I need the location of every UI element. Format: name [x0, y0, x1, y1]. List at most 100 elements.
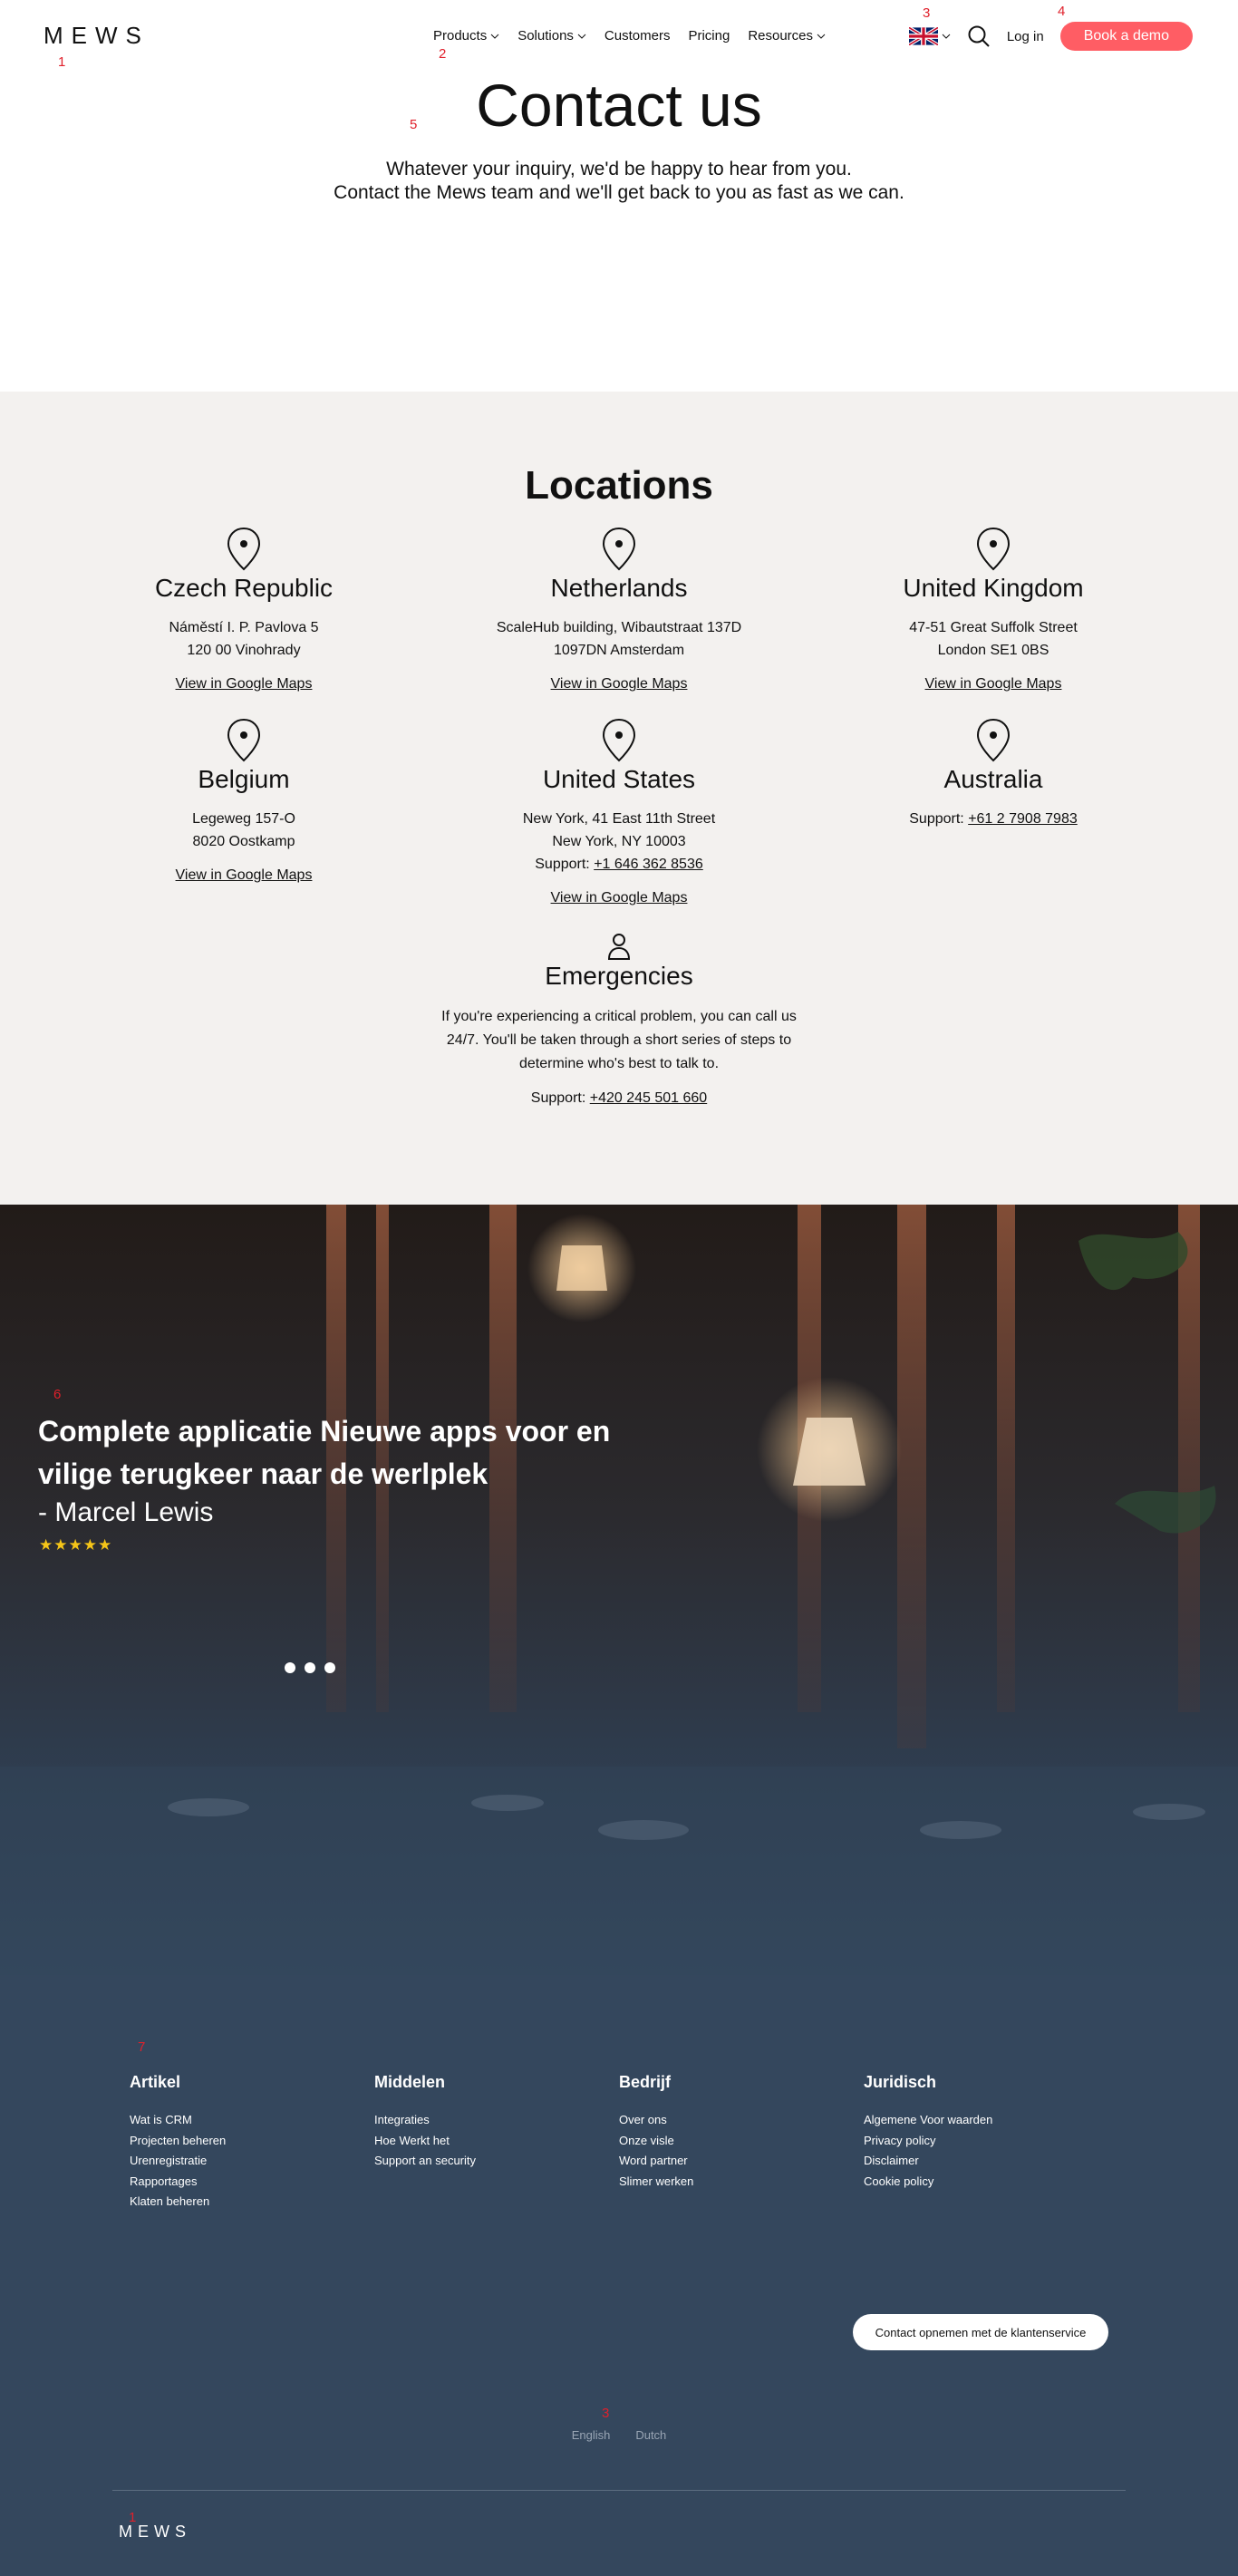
address-line: Legeweg 157-O: [192, 811, 295, 827]
google-maps-link[interactable]: View in Google Maps: [176, 676, 313, 692]
footer-link[interactable]: Projecten beheren: [130, 2131, 347, 2152]
footer-link[interactable]: Rapportages: [130, 2172, 347, 2193]
page-title: Contact us: [476, 72, 762, 139]
svg-text:MEWS: MEWS: [44, 24, 150, 49]
header-actions: Log in Book a demo: [908, 21, 1193, 52]
mews-logo[interactable]: MEWS: [44, 24, 183, 49]
testimonial-author: - Marcel Lewis: [38, 1497, 214, 1527]
address-line: London SE1 0BS: [937, 643, 1049, 658]
nav-solutions[interactable]: Solutions: [517, 28, 586, 44]
locations-section: Locations Czech Republic Náměstí I. P. P…: [0, 392, 1238, 1205]
footer-link[interactable]: Hoe Werkt het: [374, 2131, 592, 2152]
footer-link[interactable]: Cookie policy: [864, 2172, 1081, 2193]
address-line: 8020 Oostkamp: [192, 834, 295, 849]
chevron-down-icon: [577, 34, 586, 39]
location-country: Netherlands: [550, 574, 688, 602]
language-english[interactable]: English: [572, 2428, 611, 2442]
footer-column-heading: Juridisch: [864, 2073, 937, 2091]
site-header: MEWS Products Solutions Customers Pricin…: [0, 0, 1238, 73]
footer-divider: [112, 2490, 1126, 2491]
annotation-marker: 2: [439, 46, 447, 62]
carousel-dot[interactable]: [305, 1662, 315, 1673]
footer-link[interactable]: Support an security: [374, 2151, 592, 2172]
footer-link[interactable]: Klaten beheren: [130, 2192, 347, 2213]
chevron-down-icon: [942, 34, 951, 39]
nav-products[interactable]: Products: [433, 28, 499, 44]
location-address: ScaleHub building, Wibautstraat 137D 109…: [438, 616, 800, 662]
footer-link[interactable]: Disclaimer: [864, 2151, 1081, 2172]
support-phone-link[interactable]: +61 2 7908 7983: [968, 811, 1078, 827]
annotation-marker: 6: [53, 1387, 62, 1402]
nav-products-label: Products: [433, 28, 488, 44]
support-label: Support:: [909, 811, 964, 827]
location-address: Support: +61 2 7908 7983: [812, 808, 1175, 830]
emergency-text: If you're experiencing a critical proble…: [441, 1009, 797, 1071]
contact-support-button[interactable]: Contact opnemen met de klantenservice: [853, 2314, 1108, 2350]
emergency-phone-link[interactable]: +420 245 501 660: [590, 1090, 707, 1106]
language-selector[interactable]: [908, 27, 951, 45]
location-address: 47-51 Great Suffolk Street London SE1 0B…: [812, 616, 1175, 662]
nav-pricing[interactable]: Pricing: [688, 28, 730, 44]
annotation-marker: 4: [1058, 4, 1066, 19]
nav-solutions-label: Solutions: [517, 28, 574, 44]
annotation-marker: 3: [602, 2406, 610, 2421]
footer-link[interactable]: Over ons: [619, 2110, 837, 2131]
address-line: New York, 41 East 11th Street: [522, 811, 716, 827]
emergency-title: Emergencies: [545, 962, 693, 990]
google-maps-link[interactable]: View in Google Maps: [176, 867, 313, 884]
support-phone-link[interactable]: +1 646 362 8536: [594, 857, 703, 872]
annotation-marker: 7: [138, 2039, 146, 2055]
carousel-dot[interactable]: [285, 1662, 295, 1673]
support-line: Support: +1 646 362 8536: [438, 853, 800, 876]
footer-language-switcher: English Dutch: [0, 2428, 1238, 2442]
map-pin-icon: [976, 527, 1011, 571]
location-address: Náměstí I. P. Pavlova 5 120 00 Vinohrady: [63, 616, 425, 662]
footer-link[interactable]: Urenregistratie: [130, 2151, 347, 2172]
footer-link[interactable]: Slimer werken: [619, 2172, 837, 2193]
address-line: Náměstí I. P. Pavlova 5: [169, 620, 319, 635]
hero-subtitle: Whatever your inquiry, we'd be happy to …: [0, 158, 1238, 205]
address-line: 120 00 Vinohrady: [187, 643, 301, 658]
carousel-dot[interactable]: [324, 1662, 335, 1673]
support-label: Support:: [530, 1090, 586, 1106]
footer-column-middelen: Middelen Integraties Hoe Werkt het Suppo…: [374, 2073, 592, 2172]
nav-resources[interactable]: Resources: [748, 28, 826, 44]
person-icon: [607, 934, 631, 960]
location-country: Australia: [943, 765, 1043, 793]
google-maps-link[interactable]: View in Google Maps: [551, 676, 688, 692]
site-footer: Artikel Wat is CRM Projecten beheren Ure…: [0, 1975, 1238, 2576]
nav-pricing-label: Pricing: [688, 28, 730, 44]
footer-link[interactable]: Algemene Voor waarden: [864, 2110, 1081, 2131]
nav-customers-label: Customers: [604, 28, 671, 44]
footer-column-heading: Artikel: [130, 2073, 181, 2091]
hero-subtitle-line-2: Contact the Mews team and we'll get back…: [334, 182, 904, 203]
carousel-dots: [285, 1662, 335, 1673]
testimonial-quote: Complete applicatie Nieuwe apps voor en …: [38, 1415, 611, 1490]
address-line: New York, NY 10003: [552, 834, 686, 849]
nav-customers[interactable]: Customers: [604, 28, 671, 44]
footer-link[interactable]: Privacy policy: [864, 2131, 1081, 2152]
nav-resources-label: Resources: [748, 28, 814, 44]
footer-link[interactable]: Onze visle: [619, 2131, 837, 2152]
footer-column-bedrijf: Bedrijf Over ons Onze visle Word partner…: [619, 2073, 837, 2192]
annotation-marker: 1: [129, 2510, 137, 2525]
footer-column-heading: Middelen: [374, 2073, 446, 2091]
book-demo-button[interactable]: Book a demo: [1059, 22, 1193, 51]
address-line: 47-51 Great Suffolk Street: [909, 620, 1078, 635]
google-maps-link[interactable]: View in Google Maps: [551, 890, 688, 906]
search-icon[interactable]: [967, 24, 991, 48]
footer-link[interactable]: Wat is CRM: [130, 2110, 347, 2131]
annotation-marker: 5: [410, 117, 418, 132]
uk-flag-icon: [908, 27, 938, 45]
location-country: Belgium: [198, 765, 290, 793]
language-dutch[interactable]: Dutch: [635, 2428, 666, 2442]
google-maps-link[interactable]: View in Google Maps: [925, 676, 1062, 692]
hero-subtitle-line-1: Whatever your inquiry, we'd be happy to …: [386, 159, 852, 179]
main-nav: Products Solutions Customers Pricing Res…: [433, 28, 826, 44]
login-link[interactable]: Log in: [1007, 29, 1044, 44]
map-pin-icon: [602, 527, 636, 571]
footer-link[interactable]: Integraties: [374, 2110, 592, 2131]
chevron-down-icon: [490, 34, 499, 39]
locations-title: Locations: [525, 463, 713, 508]
footer-link[interactable]: Word partner: [619, 2151, 837, 2172]
